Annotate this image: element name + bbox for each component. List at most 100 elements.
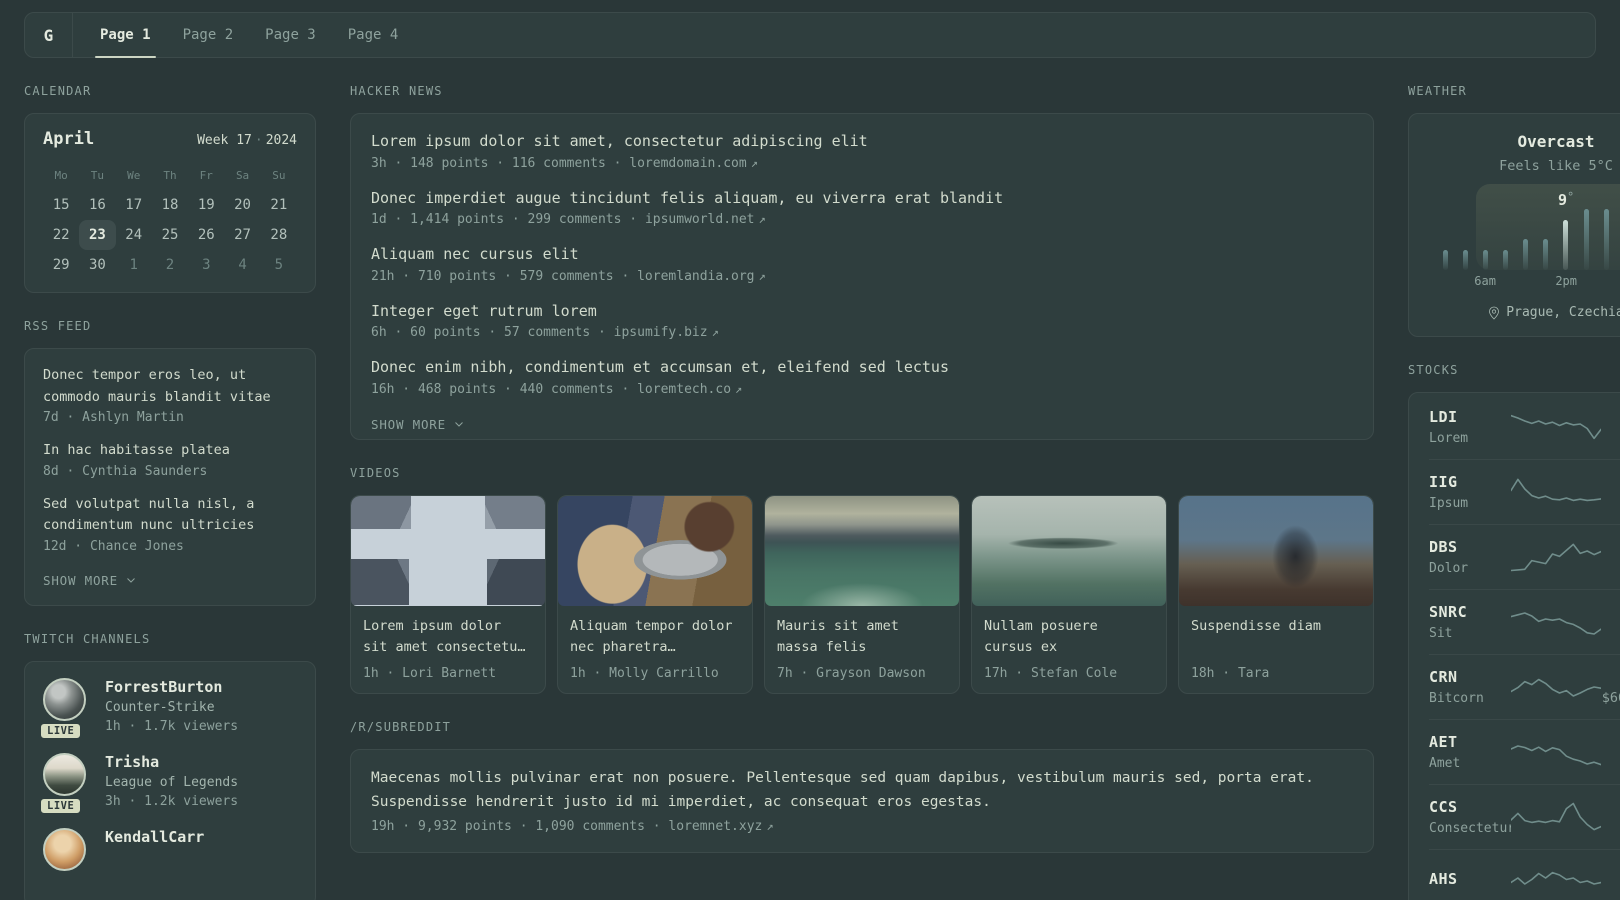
calendar-weekday: Fr [199, 169, 213, 182]
avatar [43, 752, 86, 796]
stock-row: SNRC Sit +1.36% $148.64 [1429, 590, 1620, 655]
weather-bar [1443, 250, 1448, 270]
hackernews-post-domain-link[interactable]: loremlandia.org ↗ [637, 269, 766, 284]
twitch-channel-name[interactable]: ForrestBurton [105, 678, 238, 696]
hackernews-post-meta: 6h · 60 points · 57 comments · ipsumify.… [371, 325, 1353, 340]
show-more-label: SHOW MORE [43, 572, 118, 588]
weather-section: WEATHER Overcast Feels like 5°C 9° 6am 2… [1408, 84, 1620, 337]
stock-sparkline [1511, 414, 1601, 440]
page-tab[interactable]: Page 1 [95, 13, 156, 58]
stocks-section-label: STOCKS [1408, 363, 1459, 377]
video-title[interactable]: Nullam posuere cursus ex [984, 616, 1154, 659]
calendar-day: 27 [234, 227, 251, 243]
rss-item-title[interactable]: Donec tempor eros leo, ut commodo mauris… [43, 365, 297, 408]
hackernews-post-title[interactable]: Lorem ipsum dolor sit amet, consectetur … [371, 130, 1353, 153]
calendar-weekday: Su [272, 169, 286, 182]
hackernews-post-domain-link[interactable]: loremdomain.com ↗ [629, 156, 758, 171]
weather-location-text: Prague, Czechia [1506, 305, 1620, 320]
hackernews-show-more-button[interactable]: SHOW MORE [371, 417, 465, 432]
subreddit-post-domain-link[interactable]: loremnet.xyz ↗ [668, 819, 773, 834]
video-thumbnail[interactable] [972, 495, 1166, 606]
avatar [43, 677, 86, 721]
middle-column: HACKER NEWS Lorem ipsum dolor sit amet, … [350, 84, 1374, 879]
weather-time-label: 6am [1474, 274, 1496, 288]
stock-price: $165.84 [1601, 820, 1620, 836]
rss-item-title[interactable]: Sed volutpat nulla nisl, a condimentum n… [43, 494, 297, 537]
rss-show-more-button[interactable]: SHOW MORE [43, 573, 137, 588]
twitch-channel-name[interactable]: KendallCarr [105, 828, 204, 846]
video-thumbnail[interactable] [558, 495, 752, 606]
video-title[interactable]: Mauris sit amet massa felis [777, 616, 947, 659]
stocks-widget: LDI Lorem +4.35% $795.18 [1408, 392, 1620, 900]
live-badge: LIVE [38, 720, 84, 741]
stock-identity: AET Amet [1429, 733, 1511, 771]
stock-identity: IIG Ipsum [1429, 473, 1511, 511]
hackernews-post-meta: 16h · 468 points · 440 comments · loremt… [371, 382, 1353, 397]
stock-price: $148.64 [1601, 625, 1620, 641]
hackernews-post-domain-link[interactable]: ipsumify.biz ↗ [614, 325, 719, 340]
stock-symbol: CRN [1429, 668, 1458, 686]
hackernews-post-domain-link[interactable]: ipsumworld.net ↗ [645, 212, 766, 227]
subreddit-widget: Maecenas mollis pulvinar erat non posuer… [350, 748, 1374, 853]
video-card[interactable]: Suspendisse diam 18h · Tara [1178, 494, 1374, 694]
weather-chart: 9° 6am 2pm [1435, 184, 1620, 290]
subreddit-post-title[interactable]: Maecenas mollis pulvinar erat non posuer… [371, 767, 1353, 815]
twitch-avatar-wrap: LIVE [38, 752, 89, 816]
stock-row: AET Amet +0.92% $499.72 [1429, 720, 1620, 785]
hackernews-post-title[interactable]: Donec imperdiet augue tincidunt felis al… [371, 187, 1353, 210]
page-tab[interactable]: Page 4 [348, 13, 399, 57]
hackernews-post-stats: 21h · 710 points · 579 comments · [371, 268, 638, 284]
stock-symbol: LDI [1429, 408, 1458, 426]
page-tab[interactable]: Page 2 [183, 13, 234, 57]
video-thumbnail[interactable] [351, 495, 545, 606]
rss-section: RSS FEED Donec tempor eros leo, ut commo… [24, 319, 316, 606]
stock-sparkline [1511, 678, 1601, 697]
video-card[interactable]: Lorem ipsum dolor sit amet consectetu… 1… [350, 494, 546, 694]
twitch-channel[interactable]: KendallCarr [43, 827, 297, 871]
app-logo[interactable]: G [25, 13, 73, 57]
twitch-channel[interactable]: LIVE Trisha League of Legends 3h · 1.2k … [38, 752, 297, 816]
stock-change: +1.36% [1601, 604, 1620, 620]
video-thumbnail[interactable] [1179, 495, 1373, 606]
video-thumbnail[interactable] [765, 495, 959, 606]
hackernews-post-title[interactable]: Integer eget rutrum lorem [371, 300, 1353, 323]
twitch-widget: LIVE ForrestBurton Counter-Strike 1h · 1… [24, 660, 316, 900]
video-title[interactable]: Lorem ipsum dolor sit amet consectetu… [363, 616, 533, 659]
page-tab[interactable]: Page 3 [265, 13, 316, 57]
twitch-channel[interactable]: LIVE ForrestBurton Counter-Strike 1h · 1… [38, 677, 297, 741]
separator-dot: · [254, 133, 263, 148]
hackernews-post-stats: 1d · 1,414 points · 299 comments · [371, 212, 645, 227]
rss-item-title[interactable]: In hac habitasse platea [43, 440, 297, 462]
hackernews-post-meta: 3h · 148 points · 116 comments · loremdo… [371, 156, 1353, 171]
rss-item: In hac habitasse platea 8d · Cynthia Sau… [43, 440, 297, 479]
hackernews-post-domain: ipsumify.biz [613, 325, 708, 340]
calendar-days-grid: 15 16 17 18 19 20 21 22 23 24 25 26 27 2… [43, 190, 297, 280]
rss-item-meta: 8d · Cynthia Saunders [43, 463, 208, 479]
weather-bar [1463, 250, 1469, 270]
hackernews-post-title[interactable]: Aliquam nec cursus elit [371, 243, 1353, 266]
video-title[interactable]: Suspendisse diam [1191, 616, 1361, 659]
hackernews-post-domain-link[interactable]: loremtech.co ↗ [637, 382, 742, 397]
video-card[interactable]: Nullam posuere cursus ex 17h · Stefan Co… [971, 494, 1167, 694]
calendar-day: 24 [125, 227, 143, 243]
video-title[interactable]: Aliquam tempor dolor nec pharetra… [570, 616, 740, 659]
videos-section: VIDEOS Lorem ipsum dolor sit amet consec… [350, 466, 1374, 694]
right-column: WEATHER Overcast Feels like 5°C 9° 6am 2… [1408, 84, 1620, 900]
stock-price: $156.28 [1601, 560, 1620, 576]
stock-name: Consectetur [1429, 821, 1511, 836]
stock-values: -1.00% $66,171.48 [1601, 669, 1620, 706]
twitch-channel-name[interactable]: Trisha [105, 753, 238, 771]
video-card[interactable]: Mauris sit amet massa felis 7h · Grayson… [764, 494, 960, 694]
calendar-header: April Week 17 · 2024 [43, 129, 297, 149]
stock-row: CRN Bitcorn -1.00% $66,171.48 [1429, 655, 1620, 720]
external-link-icon: ↗ [735, 381, 743, 396]
video-card-body: Lorem ipsum dolor sit amet consectetu… 1… [351, 606, 545, 693]
hackernews-post-stats: 16h · 468 points · 440 comments · [371, 381, 638, 397]
hackernews-widget: Lorem ipsum dolor sit amet, consectetur … [350, 113, 1374, 440]
weather-bar [1563, 220, 1569, 270]
calendar-day: 19 [197, 197, 215, 213]
twitch-channel-info: ForrestBurton Counter-Strike 1h · 1.7k v… [105, 678, 238, 734]
video-card[interactable]: Aliquam tempor dolor nec pharetra… 1h · … [557, 494, 753, 694]
calendar-day: 15 [52, 197, 70, 213]
hackernews-post-title[interactable]: Donec enim nibh, condimentum et accumsan… [371, 356, 1353, 379]
